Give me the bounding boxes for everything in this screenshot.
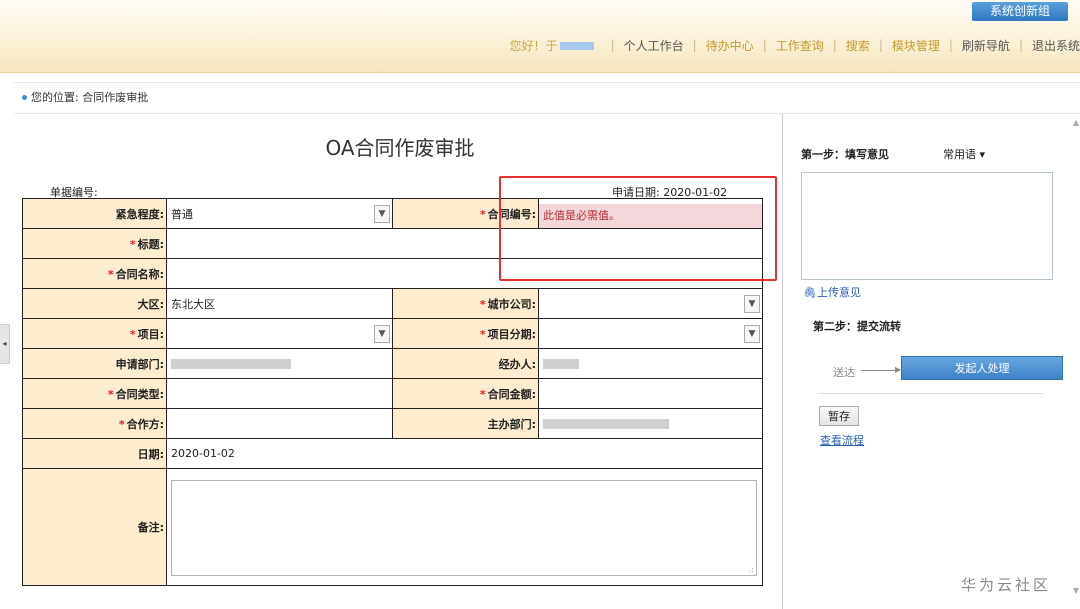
contract-type-label: * 合同类型: — [22, 378, 167, 409]
form-title: OA合同作废审批 — [325, 136, 475, 160]
collapse-left-icon[interactable]: ◂ — [0, 324, 10, 364]
breadcrumb-dot-icon — [22, 95, 27, 100]
top-nav: 您好！于 | 个人工作台 | 待办中心 | 工作查询 | 搜索 | 模块管理 |… — [509, 37, 1080, 54]
nav-todo-center[interactable]: 待办中心 — [706, 37, 754, 54]
project-label: * 项目: — [22, 318, 167, 349]
region-field: 东北大区 — [166, 288, 393, 319]
city-company-select[interactable]: ▼ — [538, 288, 763, 319]
date-label: 日期: — [22, 438, 167, 469]
step1-title: 第一步：填写意见 — [801, 148, 889, 161]
chevron-down-icon[interactable]: ▼ — [374, 325, 390, 343]
chevron-down-icon[interactable]: ▼ — [744, 325, 760, 343]
approval-panel: ▲ 第一步：填写意见 常用语 ▾ 🖇上传意见 第二步：提交流转 送达 ▶ 发起人… — [782, 114, 1080, 609]
handler-field — [538, 348, 763, 379]
nav-logout[interactable]: 退出系统 — [1032, 37, 1080, 54]
top-header: 系统创新组 您好！于 | 个人工作台 | 待办中心 | 工作查询 | 搜索 | … — [0, 0, 1080, 73]
nav-search[interactable]: 搜索 — [846, 37, 870, 54]
save-draft-button[interactable]: 暂存 — [819, 406, 859, 426]
opinion-textarea[interactable] — [801, 172, 1053, 280]
title-label: * 标题: — [22, 228, 167, 259]
view-flow-link[interactable]: 查看流程 — [820, 432, 864, 448]
arrow-line — [861, 370, 897, 371]
upload-opinion-link[interactable]: 🖇上传意见 — [803, 284, 861, 300]
handler-label: 经办人: — [392, 348, 539, 379]
send-to-label: 送达 — [833, 366, 855, 379]
system-innovation-button[interactable]: 系统创新组 — [972, 2, 1068, 21]
nav-personal-workbench[interactable]: 个人工作台 — [624, 37, 684, 54]
step2-title: 第二步：提交流转 — [813, 320, 901, 333]
remark-label: 备注: — [22, 468, 167, 586]
scroll-down-icon[interactable]: ▼ — [1073, 586, 1079, 595]
remark-textarea[interactable]: .: — [171, 480, 757, 576]
city-company-label: * 城市公司: — [392, 288, 539, 319]
paperclip-icon: 🖇 — [803, 286, 817, 299]
breadcrumb: 您的位置: 合同作废审批 — [14, 82, 1080, 114]
breadcrumb-text: 您的位置: 合同作废审批 — [31, 91, 149, 104]
host-dept-label: 主办部门: — [392, 408, 539, 439]
project-select[interactable]: ▼ — [166, 318, 393, 349]
contract-name-label: * 合同名称: — [22, 258, 167, 289]
chevron-down-icon[interactable]: ▼ — [744, 295, 760, 313]
redacted-username — [559, 42, 594, 50]
dept-field — [166, 348, 393, 379]
watermark: 华为云社区 — [961, 576, 1052, 594]
common-phrases-dropdown[interactable]: 常用语 ▾ — [943, 146, 985, 162]
project-phase-label: * 项目分期: — [392, 318, 539, 349]
scroll-up-icon[interactable]: ▲ — [1073, 118, 1079, 127]
error-highlight-frame — [499, 176, 777, 281]
urgency-label: 紧急程度: — [22, 198, 167, 229]
contract-type-field[interactable] — [166, 378, 393, 409]
remark-cell: .: — [166, 468, 763, 586]
region-label: 大区: — [22, 288, 167, 319]
dept-label: 申请部门: — [22, 348, 167, 379]
urgency-select[interactable]: 普通 ▼ — [166, 198, 393, 229]
project-phase-select[interactable]: ▼ — [538, 318, 763, 349]
contract-amount-field[interactable] — [538, 378, 763, 409]
chevron-down-icon[interactable]: ▼ — [374, 205, 390, 223]
date-field: 2020-01-02 — [166, 438, 763, 469]
partner-label: * 合作方: — [22, 408, 167, 439]
host-dept-field — [538, 408, 763, 439]
greeting: 您好！于 — [510, 37, 602, 54]
partner-field[interactable] — [166, 408, 393, 439]
resize-grip-icon[interactable]: .: — [749, 565, 754, 574]
nav-refresh[interactable]: 刷新导航 — [962, 37, 1010, 54]
nav-work-query[interactable]: 工作查询 — [776, 37, 824, 54]
panel-divider — [817, 393, 1043, 394]
contract-amount-label: * 合同金额: — [392, 378, 539, 409]
nav-module-management[interactable]: 模块管理 — [892, 37, 940, 54]
send-to-initiator-button[interactable]: 发起人处理 — [901, 356, 1063, 380]
